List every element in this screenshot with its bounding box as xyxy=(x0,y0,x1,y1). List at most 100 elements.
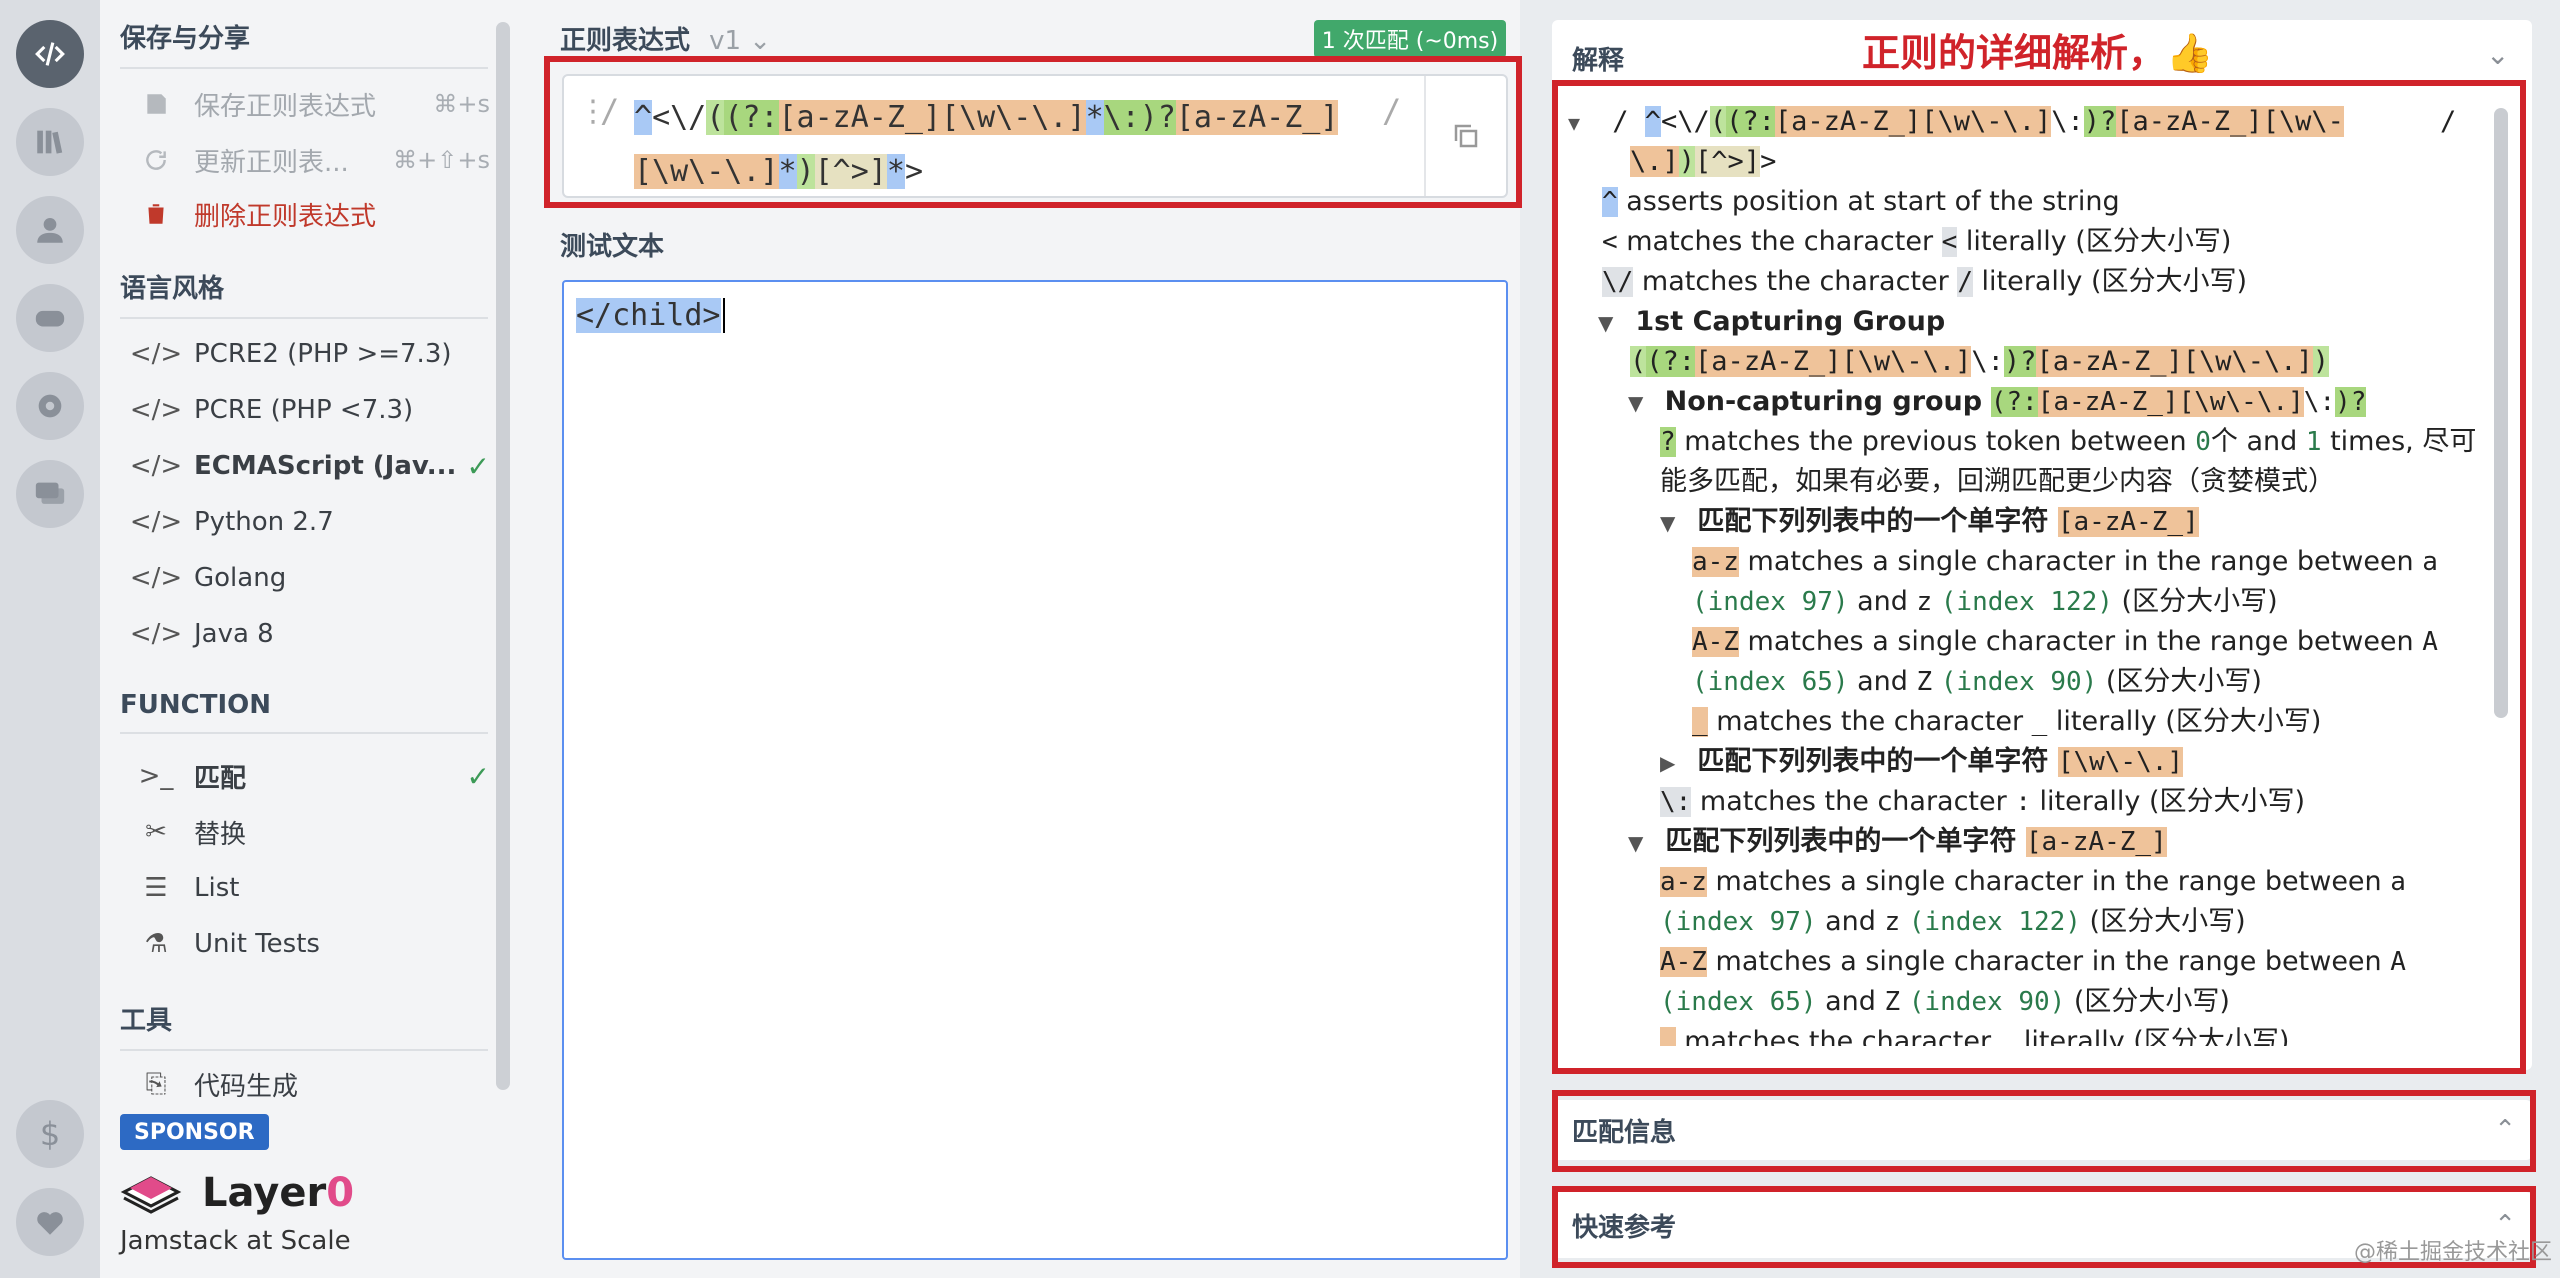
tree-node-clipped: _ matches the character _ literally (区分大… xyxy=(1660,1022,2500,1046)
tree-node: \: matches the character : literally (区分… xyxy=(1660,786,2306,817)
code-icon: </> xyxy=(129,339,183,369)
tree-noncapture[interactable]: ▼ Non-capturing group (?:[a-zA-Z_][\w\-\… xyxy=(1628,382,2367,423)
match-count-badge: 1 次匹配 (~0ms) xyxy=(1314,20,1506,58)
layer-zero: 0 xyxy=(326,1170,355,1216)
flavor-java[interactable]: </> Java 8 xyxy=(129,612,490,656)
flavor-label: Golang xyxy=(194,563,287,593)
library-icon[interactable] xyxy=(16,108,84,176)
tree-node: A-Z matches a single character in the ra… xyxy=(1692,626,2438,657)
terminal-icon: >_ xyxy=(138,761,174,791)
tool-codegen[interactable]: ⎘ 代码生成 xyxy=(140,1062,490,1106)
flavor-heading: 语言风格 xyxy=(120,268,488,319)
sidebar: 保存与分享 保存正则表达式 ⌘+s 更新正则表... ⌘+⇧+s 删除正则表达式 语… xyxy=(100,0,530,1278)
flavor-ecmascript[interactable]: </> ECMAScript (Jav... ✓ xyxy=(129,444,490,488)
chevron-up-icon: ⌃ xyxy=(2494,1115,2516,1145)
update-regex-item[interactable]: 更新正则表... ⌘+⇧+s xyxy=(140,138,490,182)
code-icon: </> xyxy=(129,619,183,649)
tree-node: a-z matches a single character in the ra… xyxy=(1692,546,2438,577)
code-icon: </> xyxy=(129,507,183,537)
annotation-text: 正则的详细解析，👍 xyxy=(1862,31,2214,75)
tree-charclass[interactable]: ▼ 匹配下列列表中的一个单字符 [a-zA-Z_] xyxy=(1628,822,2167,863)
match-info-accordion[interactable]: 匹配信息 ⌃ xyxy=(1552,1100,2532,1160)
flavor-pcre2[interactable]: </> PCRE2 (PHP >=7.3) xyxy=(129,332,490,376)
tree-node: (index 97) and z (index 122) (区分大小写) xyxy=(1692,586,2278,617)
regex-line-2: [\w\-\.]*)[^>]*> xyxy=(634,154,923,189)
regex-input[interactable]: ⋮ / ^<\/((?:[a-zA-Z_][\w\-\.]*\:)?[a-zA-… xyxy=(562,74,1508,198)
tree-root[interactable]: ▼ / ^<\/((?:[a-zA-Z_][\w\-\.]\:)?[a-zA-Z… xyxy=(1568,102,2456,143)
chat-icon[interactable] xyxy=(16,460,84,528)
tree-charclass[interactable]: ▼ 匹配下列列表中的一个单字符 [a-zA-Z_] xyxy=(1660,502,2199,543)
text-cursor xyxy=(722,298,743,333)
code-icon: </> xyxy=(129,395,183,425)
flavor-label: PCRE2 (PHP >=7.3) xyxy=(194,339,452,369)
tree-root-cont: \.])[^>]> xyxy=(1630,146,1777,177)
icon-rail: $ xyxy=(0,0,100,1278)
flavor-python[interactable]: </> Python 2.7 xyxy=(129,500,490,544)
code-icon[interactable] xyxy=(16,20,84,88)
gamepad-icon[interactable] xyxy=(16,284,84,352)
delete-regex-item[interactable]: 删除正则表达式 xyxy=(140,192,490,236)
function-label: 匹配 xyxy=(194,763,247,794)
quick-ref-title: 快速参考 xyxy=(1572,1212,1677,1243)
layer0-logo[interactable]: Layer0 xyxy=(120,1168,354,1218)
match-info-title: 匹配信息 xyxy=(1572,1117,1677,1148)
file-code-icon: ⎘ xyxy=(145,1068,167,1099)
tree-node: (index 65) and Z (index 90) (区分大小写) xyxy=(1660,986,2230,1017)
test-text-input[interactable]: </child> xyxy=(562,280,1508,1260)
heart-icon[interactable] xyxy=(16,1188,84,1256)
save-regex-item[interactable]: 保存正则表达式 ⌘+s xyxy=(140,82,490,126)
scissors-icon: ✂ xyxy=(145,817,167,847)
gear-icon[interactable] xyxy=(16,372,84,440)
flavor-label: PCRE (PHP <7.3) xyxy=(194,395,414,425)
tree-node: 能多匹配，如果有必要，回溯匹配更少内容（贪婪模式） xyxy=(1660,466,2335,497)
sidebar-scrollbar[interactable] xyxy=(496,22,510,1090)
function-list[interactable]: ☰ List xyxy=(140,866,490,910)
trash-icon xyxy=(140,198,172,230)
tree-node: (index 97) and z (index 122) (区分大小写) xyxy=(1660,906,2246,937)
tree-node: A-Z matches a single character in the ra… xyxy=(1660,946,2406,977)
function-label: 替换 xyxy=(194,819,247,850)
function-replace[interactable]: ✂ 替换 xyxy=(140,810,490,854)
match-highlight: </child> xyxy=(576,298,721,333)
tree-node: ((?:[a-zA-Z_][\w\-\.]\:)?[a-zA-Z_][\w\-\… xyxy=(1630,346,2330,377)
check-icon: ✓ xyxy=(466,449,490,483)
save-share-heading: 保存与分享 xyxy=(120,18,488,69)
flavor-golang[interactable]: </> Golang xyxy=(129,556,490,600)
flavor-label: ECMAScript (Jav... xyxy=(194,451,457,481)
regex-heading: 正则表达式 v1 ⌄ xyxy=(560,20,771,57)
delete-regex-label: 删除正则表达式 xyxy=(194,201,377,232)
flavor-pcre[interactable]: </> PCRE (PHP <7.3) xyxy=(129,388,490,432)
tree-charclass-collapsed[interactable]: ▶ 匹配下列列表中的一个单字符 [\w\-\.] xyxy=(1660,742,2184,783)
version-label: v1 xyxy=(709,26,742,56)
copy-icon[interactable] xyxy=(1424,76,1506,196)
tree-node: ^ asserts position at start of the strin… xyxy=(1602,186,2120,217)
save-icon xyxy=(140,88,172,120)
function-match[interactable]: >_ 匹配 ✓ xyxy=(138,754,490,798)
tree-node: a-z matches a single character in the ra… xyxy=(1660,866,2406,897)
chevron-down-icon[interactable]: ⌄ xyxy=(2486,38,2509,71)
tool-label: 代码生成 xyxy=(194,1071,299,1102)
user-icon[interactable] xyxy=(16,196,84,264)
tree-node: \/ matches the character / literally (区分… xyxy=(1602,266,2248,297)
explanation-title: 解释 xyxy=(1572,46,1625,76)
explanation-scrollbar[interactable] xyxy=(2494,108,2508,718)
tree-node: < matches the character < literally (区分大… xyxy=(1602,226,2232,257)
function-label: List xyxy=(194,873,240,903)
tree-node: _ matches the character _ literally (区分大… xyxy=(1692,706,2322,737)
update-regex-label: 更新正则表... xyxy=(194,147,349,178)
dollar-icon[interactable]: $ xyxy=(16,1100,84,1168)
layer-name: Layer xyxy=(202,1170,327,1216)
version-select[interactable]: v1 ⌄ xyxy=(709,26,771,56)
watermark: @稀土掘金技术社区 xyxy=(2353,1240,2552,1265)
code-icon: </> xyxy=(129,563,183,593)
function-unit-tests[interactable]: ⚗ Unit Tests xyxy=(140,922,490,966)
tree-node: (index 65) and Z (index 90) (区分大小写) xyxy=(1692,666,2262,697)
tree-group-1[interactable]: ▼ 1st Capturing Group xyxy=(1598,302,1945,343)
code-icon: </> xyxy=(129,451,183,481)
function-label: Unit Tests xyxy=(194,929,320,959)
update-shortcut: ⌘+⇧+s xyxy=(393,146,490,174)
tree-node: ? matches the previous token between 0个 … xyxy=(1660,426,2477,457)
regex-delimiter-open: / xyxy=(600,92,620,130)
regex-delimiter-close: / xyxy=(1382,92,1402,130)
tools-heading: 工具 xyxy=(120,1000,488,1051)
